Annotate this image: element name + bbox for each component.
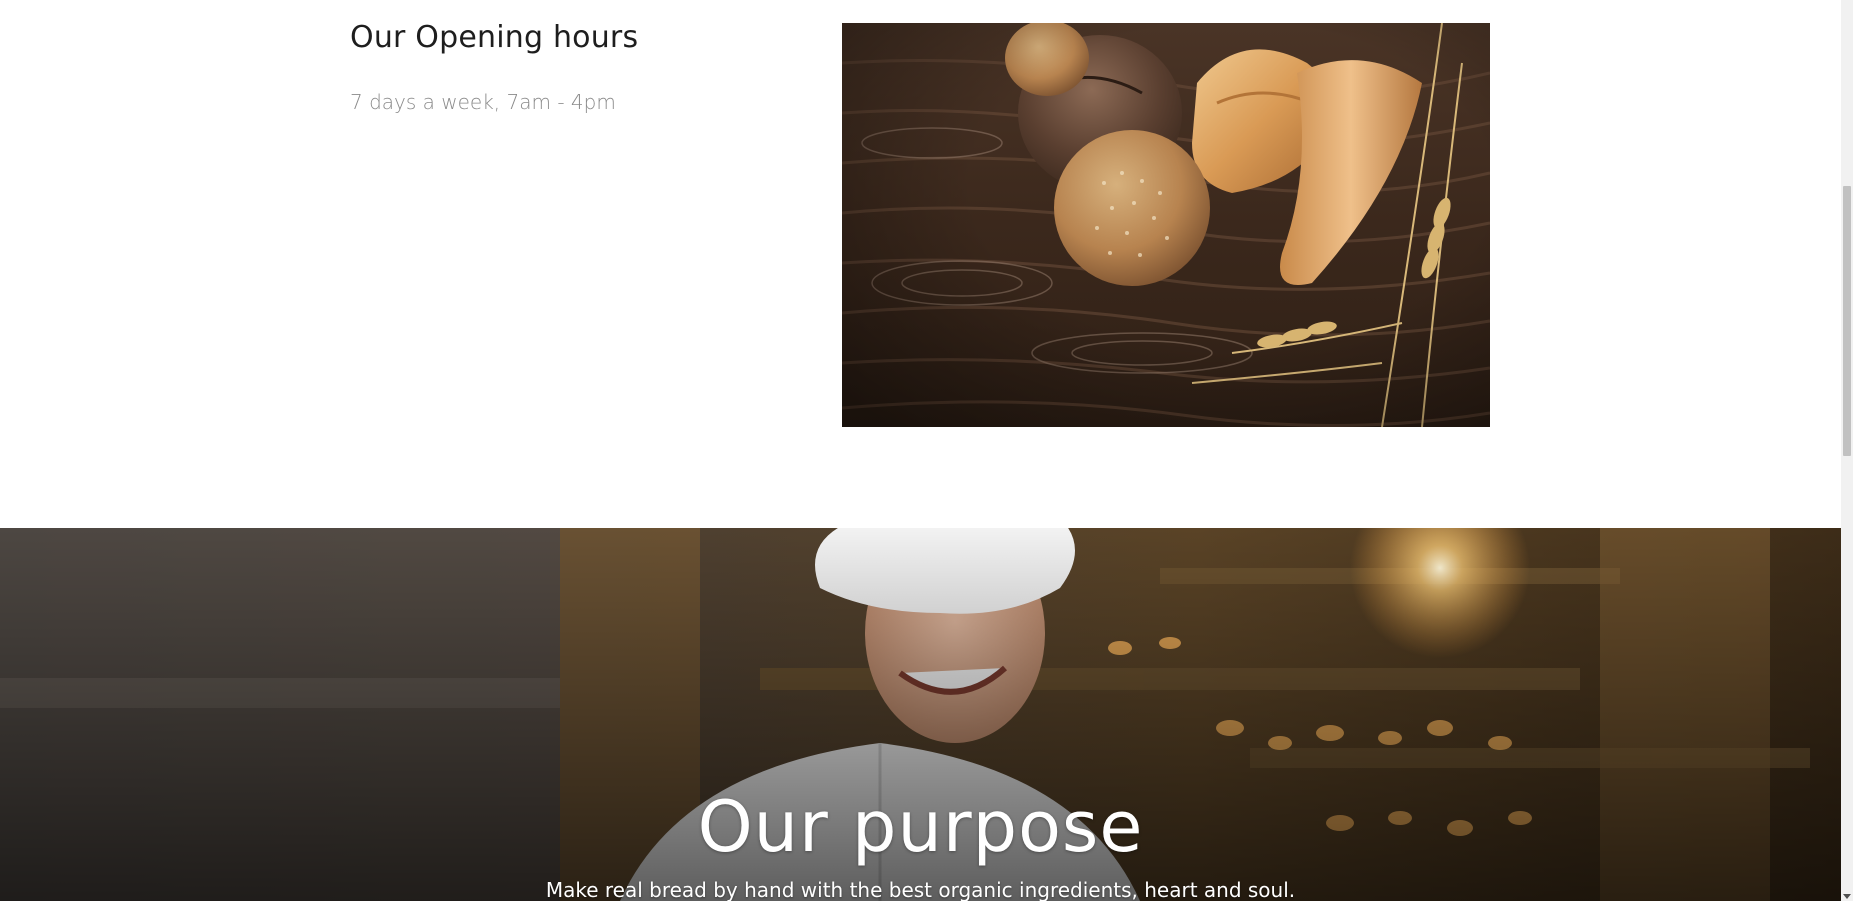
opening-hours-title: Our Opening hours — [350, 20, 639, 55]
browser-viewport: Our Opening hours 7 days a week, 7am - 4… — [0, 0, 1853, 901]
purpose-hero-section: Our purpose Make real bread by hand with… — [0, 528, 1841, 901]
vertical-scrollbar[interactable] — [1841, 0, 1853, 901]
scrollbar-thumb[interactable] — [1843, 186, 1851, 456]
purpose-subtitle: Make real bread by hand with the best or… — [545, 878, 1296, 901]
page-content: Our Opening hours 7 days a week, 7am - 4… — [0, 0, 1841, 901]
bread-image — [842, 23, 1490, 427]
purpose-title: Our purpose — [697, 786, 1144, 868]
scroll-down-arrow-icon[interactable] — [1843, 894, 1851, 899]
opening-hours-schedule: 7 days a week, 7am - 4pm — [350, 90, 616, 114]
